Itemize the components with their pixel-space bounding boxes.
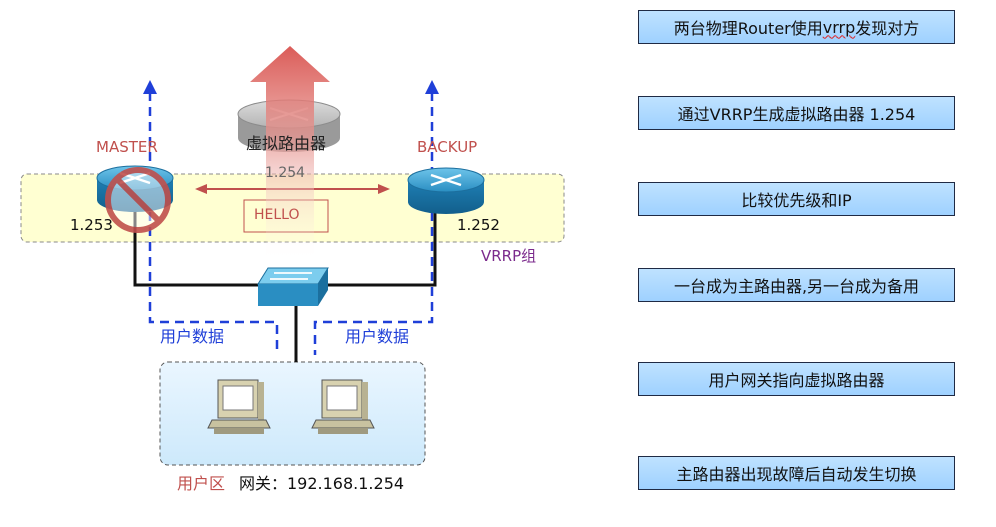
step-3-text: 比较优先级和IP	[741, 191, 852, 210]
master-label: MASTER	[96, 138, 158, 156]
user-data-label-right: 用户数据	[345, 327, 410, 346]
up-arrowhead-left	[143, 80, 157, 94]
vrrp-diagram: MASTER BACKUP 虚拟路由器 1.254 HELLO 1.253 1.…	[0, 0, 996, 527]
backup-ip-label: 1.252	[457, 216, 500, 234]
step-1-text-pre: 两台物理Router使用	[673, 19, 823, 38]
gateway-label: 网关：192.168.1.254	[239, 474, 405, 493]
step-1-box: 两台物理Router使用 vrrp 发现对方	[638, 10, 955, 44]
step-1-text-post: 发现对方	[855, 19, 920, 38]
virtual-router-label: 虚拟路由器	[246, 134, 327, 153]
backup-label: BACKUP	[417, 138, 478, 156]
switch-icon	[257, 267, 329, 306]
prohibited-icon	[105, 167, 171, 233]
master-ip-label: 1.253	[70, 216, 113, 234]
up-arrowhead-right	[425, 80, 439, 94]
step-1-text-word: vrrp	[822, 17, 856, 37]
user-area-box	[159, 361, 426, 466]
vrrp-group-label: VRRP组	[481, 247, 537, 265]
backup-router-icon	[407, 167, 485, 214]
step-2-text: 通过VRRP生成虚拟路由器 1.254	[677, 105, 916, 124]
step-2-box: 通过VRRP生成虚拟路由器 1.254	[638, 96, 955, 130]
step-6-text: 主路由器出现故障后自动发生切换	[676, 465, 917, 484]
virtual-ip-label: 1.254	[265, 165, 306, 181]
user-data-label-left: 用户数据	[160, 327, 225, 346]
step-5-text: 用户网关指向虚拟路由器	[708, 371, 885, 390]
step-4-box: 一台成为主路由器,另一台成为备用	[638, 268, 955, 302]
step-6-box: 主路由器出现故障后自动发生切换	[638, 456, 955, 490]
hello-label: HELLO	[254, 207, 300, 223]
user-area-label: 用户区	[177, 474, 226, 493]
step-3-box: 比较优先级和IP	[638, 182, 955, 216]
step-4-text: 一台成为主路由器,另一台成为备用	[673, 277, 920, 296]
step-5-box: 用户网关指向虚拟路由器	[638, 362, 955, 396]
